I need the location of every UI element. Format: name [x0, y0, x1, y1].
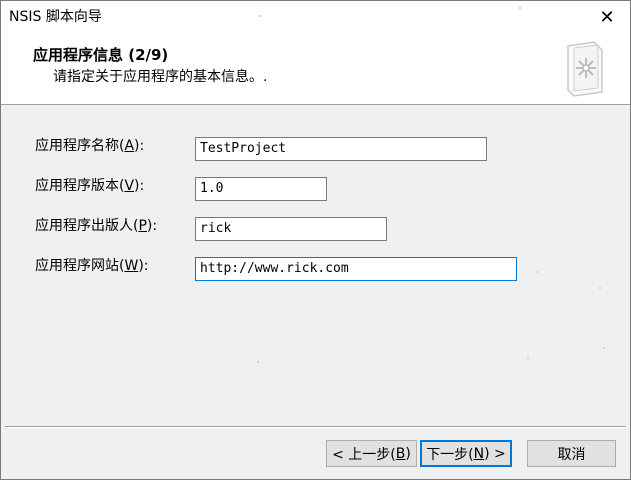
app-version-field[interactable]: 1.0 [195, 177, 327, 201]
app-website-label: 应用程序网站(W): [35, 258, 149, 274]
app-name-label: 应用程序名称(A): [35, 138, 145, 154]
artifact-dot [519, 7, 521, 9]
artifact-dot [599, 287, 601, 289]
wizard-window: NSIS 脚本向导 ✕ 应用程序信息 (2/9) 请指定关于应用程序的基本信息。… [0, 0, 631, 480]
artifact-dot [257, 361, 259, 363]
page-subtitle: 请指定关于应用程序的基本信息。. [53, 69, 268, 85]
next-button[interactable]: 下一步(N) > [420, 440, 512, 467]
back-button[interactable]: < 上一步(B) [326, 440, 417, 467]
artifact-dot [259, 15, 261, 17]
app-publisher-field[interactable]: rick [195, 217, 387, 241]
app-website-field[interactable]: http://www.rick.com [195, 257, 517, 281]
app-version-label: 应用程序版本(V): [35, 178, 145, 194]
page-title: 应用程序信息 (2/9) [33, 46, 169, 64]
artifact-dot [537, 271, 539, 273]
footer-divider [5, 426, 626, 428]
wizard-header: 应用程序信息 (2/9) 请指定关于应用程序的基本信息。. [1, 34, 630, 105]
app-publisher-label: 应用程序出版人(P): [35, 218, 158, 234]
close-icon[interactable]: ✕ [584, 1, 630, 34]
artifact-dot [527, 357, 529, 359]
artifact-dot [603, 347, 605, 349]
nsis-logo-icon [567, 41, 603, 97]
app-name-field[interactable]: TestProject [195, 137, 487, 161]
title-bar: NSIS 脚本向导 ✕ [1, 1, 630, 34]
window-title: NSIS 脚本向导 [9, 9, 102, 25]
cancel-button[interactable]: 取消 [527, 440, 616, 467]
